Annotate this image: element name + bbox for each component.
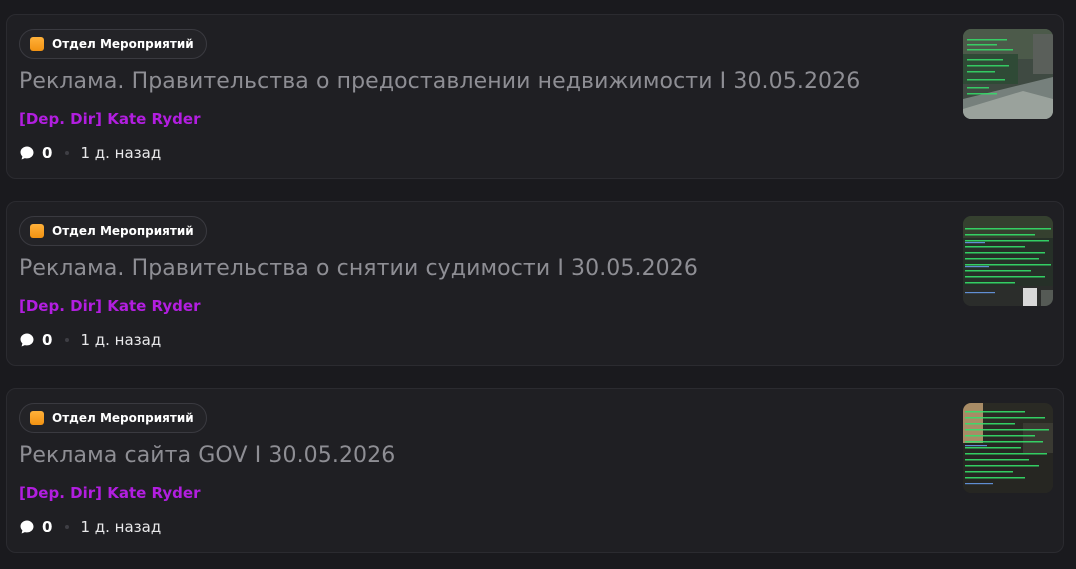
- category-tag-label: Отдел Мероприятий: [52, 411, 194, 425]
- comment-bubble-icon: [20, 520, 34, 534]
- post-thumbnail[interactable]: [963, 29, 1053, 119]
- post-time: 1 д. назад: [80, 144, 162, 162]
- post-meta: 0 1 д. назад: [19, 143, 161, 163]
- post-author[interactable]: [Dep. Dir] Kate Ryder: [19, 484, 200, 502]
- post-thumbnail[interactable]: [963, 403, 1053, 493]
- post-time: 1 д. назад: [80, 518, 162, 536]
- post-title[interactable]: Реклама сайта GOV I 30.05.2026: [19, 443, 395, 468]
- category-tag-label: Отдел Мероприятий: [52, 224, 194, 238]
- post-meta: 0 1 д. назад: [19, 517, 161, 537]
- separator-dot: [65, 151, 70, 155]
- orange-square-icon: [30, 37, 44, 51]
- post-card[interactable]: Отдел Мероприятий Реклама сайта GOV I 30…: [6, 388, 1064, 553]
- comment-count: 0: [42, 331, 53, 349]
- post-author[interactable]: [Dep. Dir] Kate Ryder: [19, 297, 200, 315]
- separator-dot: [65, 525, 70, 529]
- category-tag[interactable]: Отдел Мероприятий: [19, 29, 207, 59]
- post-card[interactable]: Отдел Мероприятий Реклама. Правительства…: [6, 201, 1064, 366]
- screenshot-thumbnail-image: [963, 29, 1053, 119]
- post-title[interactable]: Реклама. Правительства о предоставлении …: [19, 69, 860, 94]
- screenshot-thumbnail-image: [963, 216, 1053, 306]
- category-tag[interactable]: Отдел Мероприятий: [19, 403, 207, 433]
- category-tag-label: Отдел Мероприятий: [52, 37, 194, 51]
- post-author[interactable]: [Dep. Dir] Kate Ryder: [19, 110, 200, 128]
- post-time: 1 д. назад: [80, 331, 162, 349]
- post-meta: 0 1 д. назад: [19, 330, 161, 350]
- orange-square-icon: [30, 411, 44, 425]
- separator-dot: [65, 338, 70, 342]
- comment-bubble-icon: [20, 333, 34, 347]
- post-card[interactable]: Отдел Мероприятий Реклама. Правительства…: [6, 14, 1064, 179]
- comment-bubble-icon: [20, 146, 34, 160]
- orange-square-icon: [30, 224, 44, 238]
- post-title[interactable]: Реклама. Правительства о снятии судимост…: [19, 256, 698, 281]
- screenshot-thumbnail-image: [963, 403, 1053, 493]
- comment-count: 0: [42, 144, 53, 162]
- post-feed: Отдел Мероприятий Реклама. Правительства…: [0, 0, 1076, 569]
- post-thumbnail[interactable]: [963, 216, 1053, 306]
- comment-count: 0: [42, 518, 53, 536]
- category-tag[interactable]: Отдел Мероприятий: [19, 216, 207, 246]
